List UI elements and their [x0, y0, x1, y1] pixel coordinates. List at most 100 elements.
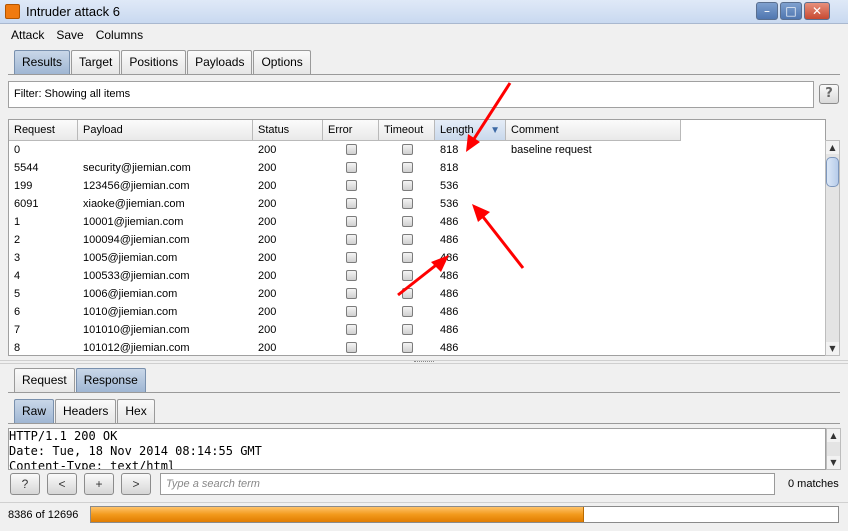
- tab-raw[interactable]: Raw: [14, 399, 55, 423]
- search-options-button[interactable]: +: [84, 473, 114, 495]
- error-checkbox[interactable]: [345, 144, 357, 155]
- tab-options[interactable]: Options: [253, 50, 311, 74]
- cell-length: 536: [440, 180, 459, 192]
- cell-length: 818: [440, 144, 459, 156]
- table-row[interactable]: 199 123456@jiemian.com 200 536: [9, 177, 681, 195]
- filter-bar[interactable]: Filter: Showing all items: [8, 81, 814, 108]
- cell-status: 200: [258, 252, 277, 264]
- tab-request[interactable]: Request: [14, 368, 75, 392]
- cell-payload: 101010@jiemian.com: [83, 324, 190, 336]
- splitter-grip-icon[interactable]: [414, 361, 434, 363]
- view-tabs: Raw Headers Hex: [14, 399, 156, 423]
- col-timeout[interactable]: Timeout: [379, 120, 435, 141]
- table-row[interactable]: 6091 xiaoke@jiemian.com 200 536: [9, 195, 681, 213]
- table-row[interactable]: 2 100094@jiemian.com 200 486: [9, 231, 681, 249]
- error-checkbox[interactable]: [345, 234, 357, 245]
- timeout-checkbox[interactable]: [401, 144, 413, 155]
- timeout-checkbox[interactable]: [401, 234, 413, 245]
- timeout-checkbox[interactable]: [401, 342, 413, 353]
- tab-response[interactable]: Response: [75, 368, 146, 392]
- cell-length: 486: [440, 324, 459, 336]
- timeout-checkbox[interactable]: [401, 324, 413, 335]
- cell-payload: xiaoke@jiemian.com: [83, 198, 185, 210]
- tab-target[interactable]: Target: [71, 50, 121, 74]
- error-checkbox[interactable]: [345, 342, 357, 353]
- table-row[interactable]: 5544 security@jiemian.com 200 818: [9, 159, 681, 177]
- cell-timeout: [379, 159, 435, 177]
- scroll-down-icon[interactable]: ▼: [826, 342, 839, 355]
- cell-timeout: [379, 249, 435, 267]
- error-checkbox[interactable]: [345, 252, 357, 263]
- col-length[interactable]: Length ▼: [435, 120, 506, 141]
- table-row[interactable]: 8 101012@jiemian.com 200 486: [9, 339, 681, 355]
- scroll-up-icon[interactable]: ▲: [826, 141, 839, 154]
- tab-hex[interactable]: Hex: [117, 399, 155, 423]
- menu-attack[interactable]: Attack: [8, 26, 47, 44]
- search-next-button[interactable]: >: [121, 473, 151, 495]
- timeout-checkbox[interactable]: [401, 306, 413, 317]
- response-scroll-up-icon[interactable]: ▲: [827, 429, 840, 442]
- cell-error: [323, 141, 379, 159]
- error-checkbox[interactable]: [345, 216, 357, 227]
- col-length-label: Length: [440, 124, 474, 136]
- minimize-button[interactable]: –: [756, 2, 778, 20]
- col-status[interactable]: Status: [253, 120, 323, 141]
- cell-error: [323, 339, 379, 355]
- error-checkbox[interactable]: [345, 306, 357, 317]
- table-row[interactable]: 4 100533@jiemian.com 200 486: [9, 267, 681, 285]
- response-scroll-down-icon[interactable]: ▼: [827, 456, 840, 469]
- table-row[interactable]: 3 1005@jiemian.com 200 486: [9, 249, 681, 267]
- scroll-thumb[interactable]: [826, 157, 839, 187]
- filter-help-button[interactable]: ?: [819, 84, 839, 104]
- tab-positions[interactable]: Positions: [121, 50, 187, 74]
- response-viewer[interactable]: HTTP/1.1 200 OK Date: Tue, 18 Nov 2014 0…: [8, 428, 826, 470]
- table-row[interactable]: 6 1010@jiemian.com 200 486: [9, 303, 681, 321]
- cell-request: 8: [14, 342, 21, 354]
- cell-comment: [506, 303, 681, 321]
- response-scrollbar[interactable]: ▲ ▼: [826, 428, 841, 470]
- search-help-button[interactable]: ?: [10, 473, 40, 495]
- error-checkbox[interactable]: [345, 288, 357, 299]
- menu-columns[interactable]: Columns: [93, 26, 146, 44]
- table-row[interactable]: 7 101010@jiemian.com 200 486: [9, 321, 681, 339]
- col-payload[interactable]: Payload: [78, 120, 253, 141]
- error-checkbox[interactable]: [345, 270, 357, 281]
- cell-length: 486: [440, 288, 459, 300]
- search-input[interactable]: Type a search term: [160, 473, 775, 495]
- error-checkbox[interactable]: [345, 180, 357, 191]
- timeout-checkbox[interactable]: [401, 180, 413, 191]
- cell-status: 200: [258, 234, 277, 246]
- tab-results[interactable]: Results: [14, 50, 71, 74]
- cell-status: 200: [258, 306, 277, 318]
- pane-splitter[interactable]: [0, 360, 848, 364]
- maximize-button[interactable]: □: [780, 2, 802, 20]
- error-checkbox[interactable]: [345, 198, 357, 209]
- cell-timeout: [379, 267, 435, 285]
- col-request[interactable]: Request: [9, 120, 78, 141]
- menu-save[interactable]: Save: [53, 26, 86, 44]
- tab-payloads[interactable]: Payloads: [187, 50, 253, 74]
- table-scrollbar[interactable]: ▲ ▼: [825, 140, 840, 356]
- col-error[interactable]: Error: [323, 120, 379, 141]
- timeout-checkbox[interactable]: [401, 162, 413, 173]
- cell-payload: security@jiemian.com: [83, 162, 191, 174]
- timeout-checkbox[interactable]: [401, 270, 413, 281]
- error-checkbox[interactable]: [345, 162, 357, 173]
- table-row[interactable]: 1 10001@jiemian.com 200 486: [9, 213, 681, 231]
- timeout-checkbox[interactable]: [401, 216, 413, 227]
- cell-timeout: [379, 195, 435, 213]
- close-button[interactable]: ✕: [804, 2, 830, 20]
- timeout-checkbox[interactable]: [401, 252, 413, 263]
- tab-headers[interactable]: Headers: [55, 399, 117, 423]
- cell-request: 1: [14, 216, 21, 228]
- table-row[interactable]: 5 1006@jiemian.com 200 486: [9, 285, 681, 303]
- col-comment[interactable]: Comment: [506, 120, 681, 141]
- search-previous-button[interactable]: <: [47, 473, 77, 495]
- table-row[interactable]: 0 200 818 baseline request: [9, 141, 681, 159]
- cell-error: [323, 213, 379, 231]
- timeout-checkbox[interactable]: [401, 288, 413, 299]
- cell-length: 486: [440, 216, 459, 228]
- cell-request: 0: [14, 144, 21, 156]
- timeout-checkbox[interactable]: [401, 198, 413, 209]
- error-checkbox[interactable]: [345, 324, 357, 335]
